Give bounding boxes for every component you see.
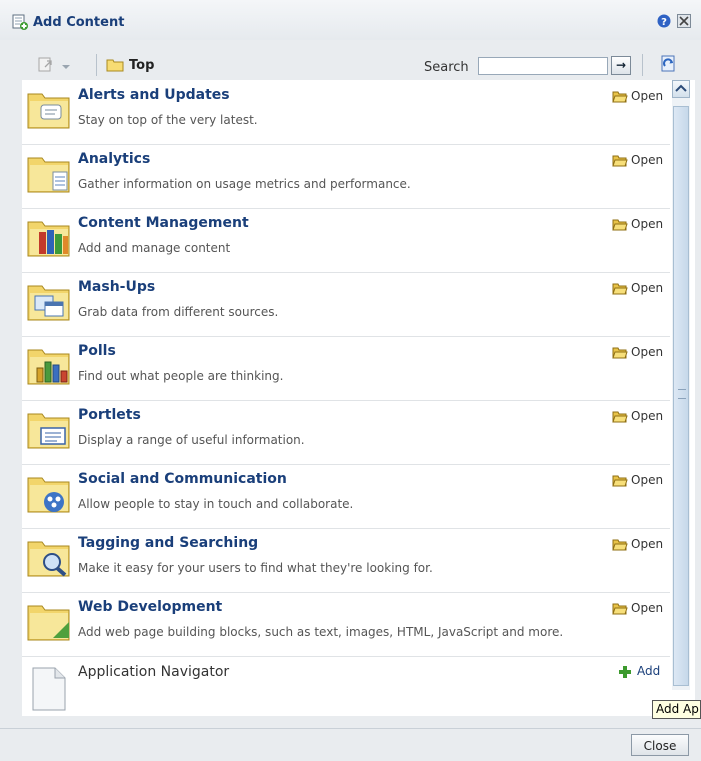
open-folder-icon xyxy=(612,539,628,554)
folder-portlets-icon xyxy=(27,410,71,453)
list-item[interactable]: Analytics Gather information on usage me… xyxy=(22,144,670,209)
item-description: Add web page building blocks, such as te… xyxy=(78,625,564,639)
item-title[interactable]: Social and Communication xyxy=(78,471,287,487)
scroll-up-button[interactable] xyxy=(672,80,690,98)
tooltip: Add Ap xyxy=(652,700,701,719)
folder-polls-icon xyxy=(27,346,71,389)
open-folder-icon xyxy=(612,603,628,618)
add-label[interactable]: Add xyxy=(637,664,660,678)
add-content-dialog: Add Content ? Top Search → Alerts and Up… xyxy=(0,0,701,761)
open-folder-icon xyxy=(612,219,628,234)
folder-analytics-icon xyxy=(27,154,71,197)
open-label[interactable]: Open xyxy=(631,601,663,615)
item-title[interactable]: Content Management xyxy=(78,215,249,231)
navigate-back-icon[interactable] xyxy=(37,57,55,76)
list-item[interactable]: Web Development Add web page building bl… xyxy=(22,592,670,657)
list-item[interactable]: Mash-Ups Grab data from different source… xyxy=(22,272,670,337)
refresh-icon[interactable] xyxy=(659,54,679,77)
item-description: Gather information on usage metrics and … xyxy=(78,177,411,191)
folder-webdev-icon xyxy=(27,602,71,645)
folder-social-icon xyxy=(27,474,71,517)
item-title[interactable]: Tagging and Searching xyxy=(78,535,258,551)
item-description: Display a range of useful information. xyxy=(78,433,305,447)
item-description: Stay on top of the very latest. xyxy=(78,113,258,127)
open-label[interactable]: Open xyxy=(631,153,663,167)
close-icon[interactable] xyxy=(677,14,691,31)
open-label[interactable]: Open xyxy=(631,537,663,551)
toolbar-divider xyxy=(96,54,97,76)
list-item[interactable]: Social and Communication Allow people to… xyxy=(22,464,670,529)
open-folder-icon xyxy=(612,283,628,298)
item-title[interactable]: Alerts and Updates xyxy=(78,87,230,103)
dialog-title: Add Content xyxy=(33,15,125,30)
search-label: Search xyxy=(424,60,469,75)
item-description: Find out what people are thinking. xyxy=(78,369,284,383)
item-title[interactable]: Polls xyxy=(78,343,116,359)
open-folder-icon xyxy=(612,475,628,490)
item-description: Grab data from different sources. xyxy=(78,305,279,319)
item-description: Make it easy for your users to find what… xyxy=(78,561,433,575)
folder-content-icon xyxy=(27,218,71,261)
vertical-scrollbar[interactable] xyxy=(672,80,690,690)
open-label[interactable]: Open xyxy=(631,89,663,103)
item-description: Allow people to stay in touch and collab… xyxy=(78,497,354,511)
folder-search-icon xyxy=(27,538,71,581)
list-item[interactable]: Application Navigator Add xyxy=(22,656,670,716)
item-title[interactable]: Analytics xyxy=(78,151,150,167)
open-folder-icon xyxy=(612,91,628,106)
list-item[interactable]: Portlets Display a range of useful infor… xyxy=(22,400,670,465)
help-icon[interactable]: ? xyxy=(657,14,671,31)
close-button[interactable]: Close xyxy=(631,734,689,756)
list-item[interactable]: Alerts and Updates Stay on top of the ve… xyxy=(22,80,670,145)
open-folder-icon xyxy=(612,411,628,426)
chevron-down-icon[interactable] xyxy=(61,60,71,74)
open-label[interactable]: Open xyxy=(631,217,663,231)
title-bar: Add Content ? xyxy=(0,0,701,40)
item-title[interactable]: Portlets xyxy=(78,407,141,423)
document-icon xyxy=(27,666,71,715)
open-label[interactable]: Open xyxy=(631,409,663,423)
add-content-icon xyxy=(12,14,28,33)
list-item[interactable]: Polls Find out what people are thinking.… xyxy=(22,336,670,401)
folder-icon xyxy=(106,58,124,75)
chevron-up-icon xyxy=(675,84,687,92)
item-title[interactable]: Mash-Ups xyxy=(78,279,155,295)
list-item[interactable]: Content Management Add and manage conten… xyxy=(22,208,670,273)
svg-text:?: ? xyxy=(661,17,667,28)
folder-alerts-icon xyxy=(27,90,71,133)
item-title[interactable]: Web Development xyxy=(78,599,222,615)
breadcrumb-top[interactable]: Top xyxy=(129,58,154,73)
app-navigator-title[interactable]: Application Navigator xyxy=(78,664,229,680)
open-folder-icon xyxy=(612,155,628,170)
search-input[interactable] xyxy=(478,57,608,75)
open-folder-icon xyxy=(612,347,628,362)
add-plus-icon xyxy=(618,665,632,682)
open-label[interactable]: Open xyxy=(631,473,663,487)
footer-divider xyxy=(0,728,701,729)
list-item[interactable]: Tagging and Searching Make it easy for y… xyxy=(22,528,670,593)
thumb-grip xyxy=(678,389,686,399)
open-label[interactable]: Open xyxy=(631,281,663,295)
item-description: Add and manage content xyxy=(78,241,231,255)
search-go-button[interactable]: → xyxy=(611,56,631,75)
toolbar: Top Search → xyxy=(0,48,701,80)
scroll-thumb[interactable] xyxy=(673,106,689,686)
folder-mashups-icon xyxy=(27,282,71,325)
toolbar-divider xyxy=(642,54,643,76)
open-label[interactable]: Open xyxy=(631,345,663,359)
content-list: Alerts and Updates Stay on top of the ve… xyxy=(22,80,695,716)
